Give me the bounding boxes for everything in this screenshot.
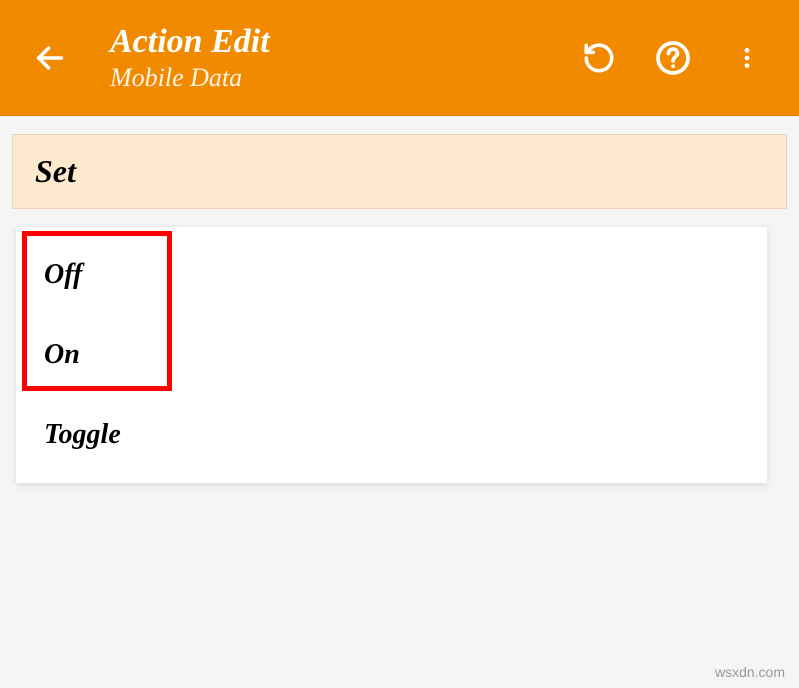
page-title: Action Edit: [110, 23, 577, 61]
header-titles: Action Edit Mobile Data: [110, 23, 577, 93]
option-label: Off: [44, 259, 82, 290]
undo-button[interactable]: [577, 36, 621, 80]
help-icon: [655, 40, 691, 76]
option-on[interactable]: On: [16, 315, 767, 395]
section-header: Set: [12, 134, 787, 209]
header-actions: [577, 36, 779, 80]
attribution-watermark: wsxdn.com: [715, 664, 785, 680]
option-off[interactable]: Off: [16, 235, 767, 315]
option-toggle[interactable]: Toggle: [16, 395, 767, 475]
app-header: Action Edit Mobile Data: [0, 0, 799, 116]
page-subtitle: Mobile Data: [110, 63, 577, 93]
help-button[interactable]: [651, 36, 695, 80]
section-label: Set: [35, 153, 76, 189]
option-label: Toggle: [44, 419, 121, 450]
option-label: On: [44, 339, 80, 370]
arrow-left-icon: [33, 41, 67, 75]
options-dropdown: Off On Toggle: [16, 227, 767, 483]
overflow-menu-button[interactable]: [725, 36, 769, 80]
more-vert-icon: [734, 45, 760, 71]
undo-icon: [582, 41, 616, 75]
main-content: Set Off On Toggle: [0, 116, 799, 501]
back-button[interactable]: [20, 28, 80, 88]
